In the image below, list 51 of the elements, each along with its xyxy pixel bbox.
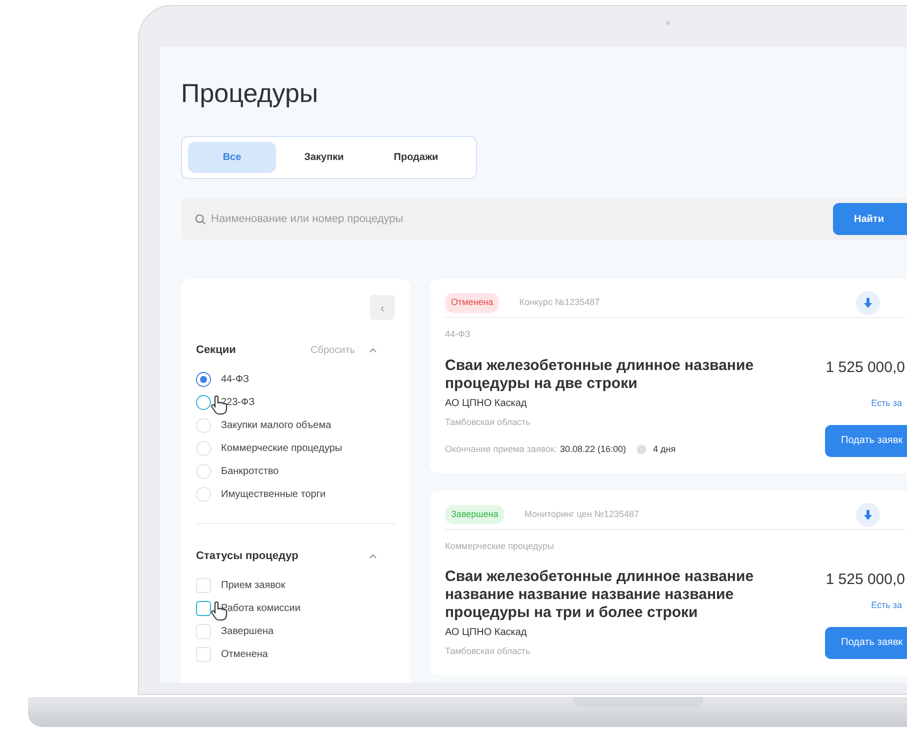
tab[interactable]: Продажи xyxy=(372,142,460,173)
chevron-icon[interactable] xyxy=(369,347,377,353)
status-badge: Завершена xyxy=(445,504,504,524)
region: Тамбовская область xyxy=(445,416,532,428)
search-button[interactable]: Найти xyxy=(833,203,907,235)
procedure-number: Конкурс №1235487 xyxy=(519,296,600,310)
region: Тамбовская область xyxy=(445,645,532,658)
option-label: 44-ФЗ xyxy=(221,372,250,386)
organization: АО ЦПНО Каскад xyxy=(445,626,528,640)
option-label: Работа комиссии xyxy=(221,602,300,616)
bids-link[interactable]: Есть за xyxy=(871,397,902,410)
download-icon xyxy=(864,510,872,520)
option-label: Банкротство xyxy=(221,464,279,478)
price: 1 525 000,0 xyxy=(826,358,905,378)
radio-button[interactable] xyxy=(196,372,211,386)
organization: АО ЦПНО Каскад xyxy=(445,396,528,410)
download-icon xyxy=(864,298,872,308)
remaining-time: 4 дня xyxy=(653,443,676,456)
page-title: Процедуры xyxy=(181,77,320,109)
option-label: Коммерческие процедуры xyxy=(221,442,342,456)
search-icon xyxy=(195,214,206,224)
procedure-number: Мониторинг цен №1235487 xyxy=(524,508,639,521)
checkbox[interactable] xyxy=(196,600,211,616)
clock-icon xyxy=(636,444,648,456)
procedure-title[interactable]: Сваи железобетонные длинное название процедуры на две строки xyxy=(445,356,780,392)
procedure-title[interactable]: Сваи железобетонные длинное название название название название название процедуры на три и более строки xyxy=(445,568,780,622)
reset-link[interactable]: Сбросить xyxy=(310,342,355,358)
radio-button[interactable] xyxy=(196,394,211,410)
section-title: Статусы процедур xyxy=(196,548,298,564)
section-label: 44-ФЗ xyxy=(445,328,472,341)
bids-link[interactable]: Есть за xyxy=(871,599,902,612)
chevron-icon[interactable] xyxy=(369,553,377,559)
option-label: Отменена xyxy=(221,648,268,662)
deadline-date: 30.08.22 (16:00) xyxy=(560,443,626,456)
option-label: Прием заявок xyxy=(221,578,286,592)
section-title: Секции xyxy=(196,342,236,358)
tab[interactable]: Все xyxy=(188,142,276,173)
option-label: Завершена xyxy=(221,624,274,638)
download-button[interactable] xyxy=(856,291,880,315)
submit-bid-button[interactable]: Подать заявк xyxy=(825,424,907,456)
submit-bid-button[interactable]: Подать заявк xyxy=(825,626,907,658)
search-field[interactable]: Наименование или номер процедуры Найти xyxy=(181,198,907,240)
deadline-label: Окончание приема заявок: xyxy=(445,443,557,456)
download-button[interactable] xyxy=(856,502,880,526)
price: 1 525 000,0 xyxy=(826,570,905,590)
status-badge: Отменена xyxy=(445,293,500,313)
section-label: Коммерческие процедуры xyxy=(445,540,555,553)
option-label: Имущественные торги xyxy=(221,488,326,502)
tab[interactable]: Закупки xyxy=(280,142,368,173)
option-label: Закупки малого объема xyxy=(221,418,332,432)
collapse-button[interactable]: ‹ xyxy=(370,295,395,320)
